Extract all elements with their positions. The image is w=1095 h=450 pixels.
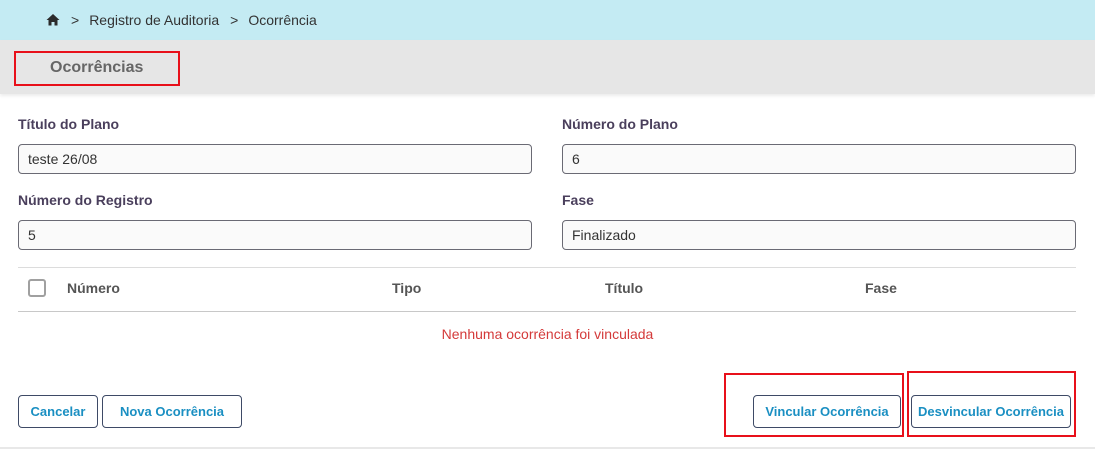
table-header-border xyxy=(18,311,1076,312)
page-bottom-divider xyxy=(0,447,1095,449)
fase-label: Fase xyxy=(562,192,594,208)
home-icon[interactable] xyxy=(46,13,60,27)
select-all-checkbox[interactable] xyxy=(28,279,46,297)
column-header-fase[interactable]: Fase xyxy=(865,280,897,296)
column-header-numero[interactable]: Número xyxy=(67,280,120,296)
numero-registro-field[interactable]: 5 xyxy=(18,220,532,250)
empty-table-message: Nenhuma ocorrência foi vinculada xyxy=(441,326,654,342)
numero-plano-label: Número do Plano xyxy=(562,116,678,132)
breadcrumb: > Registro de Auditoria > Ocorrência xyxy=(0,0,1095,40)
new-occurrence-button[interactable]: Nova Ocorrência xyxy=(102,395,242,428)
breadcrumb-separator: > xyxy=(71,12,80,28)
column-header-titulo[interactable]: Título xyxy=(605,280,643,296)
column-header-tipo[interactable]: Tipo xyxy=(392,280,421,296)
numero-registro-label: Número do Registro xyxy=(18,192,153,208)
breadcrumb-item-registro-de-auditoria[interactable]: Registro de Auditoria xyxy=(89,12,219,28)
cancel-button[interactable]: Cancelar xyxy=(18,395,98,428)
titulo-plano-label: Título do Plano xyxy=(18,116,120,132)
section-title: Ocorrências xyxy=(14,51,180,86)
link-occurrence-button[interactable]: Vincular Ocorrência xyxy=(753,395,901,428)
breadcrumb-separator: > xyxy=(230,12,239,28)
titulo-plano-field[interactable]: teste 26/08 xyxy=(18,144,532,174)
breadcrumb-item-ocorrencia: Ocorrência xyxy=(248,12,317,28)
section-header: Ocorrências xyxy=(0,40,1095,94)
numero-plano-field[interactable]: 6 xyxy=(562,144,1076,174)
table-top-border xyxy=(18,267,1076,268)
fase-field[interactable]: Finalizado xyxy=(562,220,1076,250)
unlink-occurrence-button[interactable]: Desvincular Ocorrência xyxy=(911,395,1071,428)
